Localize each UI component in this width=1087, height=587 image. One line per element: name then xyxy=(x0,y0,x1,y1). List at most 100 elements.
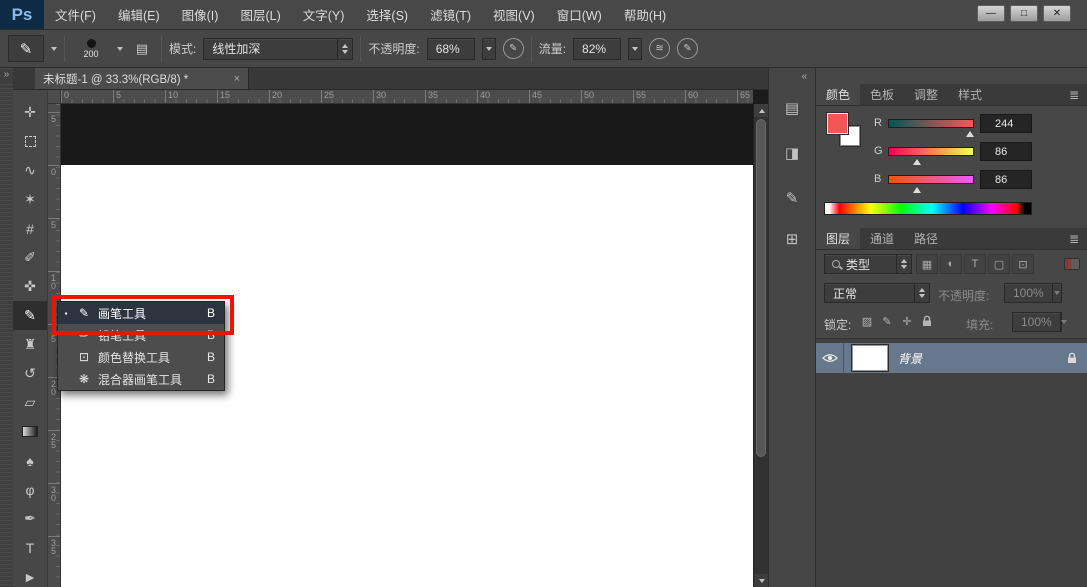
layer-opacity-select[interactable]: 100% xyxy=(1004,283,1062,303)
menu-select[interactable]: 选择(S) xyxy=(355,0,419,29)
panel-menu-icon[interactable]: ≣ xyxy=(1061,228,1087,249)
tab-styles[interactable]: 样式 xyxy=(948,84,992,105)
healing-brush-tool[interactable]: ✜ xyxy=(13,272,47,301)
menu-window[interactable]: 窗口(W) xyxy=(546,0,613,29)
slider-thumb[interactable] xyxy=(966,127,974,137)
mode-label: 模式: xyxy=(169,40,196,57)
collapsed-panel-button-2[interactable]: ◨ xyxy=(778,140,806,166)
tab-adjustments[interactable]: 调整 xyxy=(904,84,948,105)
marquee-tool[interactable] xyxy=(13,127,47,156)
menu-filter[interactable]: 滤镜(T) xyxy=(419,0,482,29)
horizontal-ruler[interactable]: 0 5 10 15 20 25 30 35 40 45 50 55 60 65 xyxy=(61,90,753,104)
brush-preset-dropdown-icon[interactable] xyxy=(117,47,123,51)
magic-wand-icon: ✶ xyxy=(24,191,36,208)
flow-dropdown[interactable] xyxy=(628,38,642,60)
clone-stamp-tool[interactable]: ♜ xyxy=(13,330,47,359)
blend-mode-select[interactable]: 线性加深 xyxy=(203,38,353,60)
collapsed-panel-button-3[interactable]: ✎ xyxy=(778,185,806,211)
toolbar-collapse-button[interactable]: » xyxy=(0,69,13,81)
green-slider[interactable] xyxy=(888,147,974,156)
slider-thumb[interactable] xyxy=(913,155,921,165)
layer-blend-mode-select[interactable]: 正常 xyxy=(824,283,930,303)
tab-paths[interactable]: 路径 xyxy=(904,228,948,249)
layer-filter-select[interactable]: 类型 xyxy=(824,254,912,274)
brush-tool[interactable]: ✎ xyxy=(13,301,47,330)
tab-swatches[interactable]: 色板 xyxy=(860,84,904,105)
menu-layer[interactable]: 图层(L) xyxy=(229,0,291,29)
layer-visibility-toggle[interactable] xyxy=(816,343,844,373)
current-tool-preview[interactable]: ✎ xyxy=(8,35,44,62)
vertical-scrollbar[interactable] xyxy=(753,104,768,587)
slider-thumb[interactable] xyxy=(913,183,921,193)
eyedropper-tool[interactable]: ✐ xyxy=(13,243,47,272)
layer-row-background[interactable]: 背景 xyxy=(816,343,1087,373)
gradient-tool[interactable] xyxy=(13,417,47,446)
lock-move-button[interactable]: ✛ xyxy=(898,312,916,330)
filter-pixel-layers-button[interactable]: ▦ xyxy=(916,254,938,274)
lock-all-button[interactable] xyxy=(918,312,936,330)
menu-type[interactable]: 文字(Y) xyxy=(292,0,356,29)
magic-wand-tool[interactable]: ✶ xyxy=(13,185,47,214)
opacity-dropdown[interactable] xyxy=(482,38,496,60)
green-value-field[interactable]: 86 xyxy=(980,142,1032,161)
dodge-tool[interactable]: φ xyxy=(13,475,47,504)
color-spectrum-ramp[interactable] xyxy=(824,202,1032,215)
tab-close-icon[interactable]: × xyxy=(234,73,240,85)
tab-color[interactable]: 颜色 xyxy=(816,84,860,105)
lock-transparency-button[interactable]: ▨ xyxy=(858,312,876,330)
airbrush-toggle[interactable]: ≋ xyxy=(649,38,670,59)
blur-tool[interactable]: ♠ xyxy=(13,446,47,475)
blue-value-field[interactable]: 86 xyxy=(980,170,1032,189)
scrollbar-thumb[interactable] xyxy=(756,119,766,457)
shape-layers-icon: ▢ xyxy=(994,258,1004,271)
eraser-tool[interactable]: ▱ xyxy=(13,388,47,417)
pen-tool[interactable]: ✒ xyxy=(13,504,47,533)
expand-panels-button[interactable]: « xyxy=(801,71,807,82)
path-selection-tool[interactable]: ► xyxy=(13,562,47,587)
panel-menu-icon[interactable]: ≣ xyxy=(1061,84,1087,105)
layer-thumbnail[interactable] xyxy=(852,345,888,371)
chevron-down-icon xyxy=(1060,313,1067,331)
tool-preset-dropdown-icon[interactable] xyxy=(51,47,57,51)
scroll-down-button[interactable] xyxy=(754,574,769,587)
tab-layers[interactable]: 图层 xyxy=(816,228,860,249)
red-slider[interactable] xyxy=(888,119,974,128)
move-tool[interactable]: ✛ xyxy=(13,98,47,127)
crop-tool[interactable]: # xyxy=(13,214,47,243)
filter-type-layers-button[interactable]: T xyxy=(964,254,986,274)
minimize-button[interactable]: — xyxy=(977,5,1005,22)
menu-help[interactable]: 帮助(H) xyxy=(613,0,677,29)
scroll-up-button[interactable] xyxy=(754,104,769,117)
collapsed-panel-button-4[interactable]: ⊞ xyxy=(778,226,806,252)
tab-channels[interactable]: 通道 xyxy=(860,228,904,249)
toggle-brush-panel-button[interactable]: ▤ xyxy=(130,37,154,61)
blue-slider[interactable] xyxy=(888,175,974,184)
layer-fill-select[interactable]: 100% xyxy=(1012,312,1062,332)
lock-paint-button[interactable]: ✎ xyxy=(878,312,896,330)
red-value-field[interactable]: 244 xyxy=(980,114,1032,133)
collapsed-panel-button-1[interactable]: ▤ xyxy=(778,95,806,121)
maximize-button[interactable]: □ xyxy=(1010,5,1038,22)
filter-shape-layers-button[interactable]: ▢ xyxy=(988,254,1010,274)
menu-file[interactable]: 文件(F) xyxy=(44,0,107,29)
lasso-tool[interactable]: ∿ xyxy=(13,156,47,185)
foreground-color-swatch[interactable] xyxy=(827,113,848,134)
adjustment-layers-icon: ◐ xyxy=(948,258,955,270)
opacity-input[interactable]: 68% xyxy=(427,38,475,60)
filter-smart-objects-button[interactable]: ⊡ xyxy=(1012,254,1034,274)
menu-view[interactable]: 视图(V) xyxy=(482,0,546,29)
pressure-size-toggle[interactable]: ✎ xyxy=(677,38,698,59)
menu-image[interactable]: 图像(I) xyxy=(171,0,230,29)
flyout-item-color-replacement-tool[interactable]: ⊡ 颜色替换工具 B xyxy=(58,346,224,368)
close-button[interactable]: ✕ xyxy=(1043,5,1071,22)
flow-input[interactable]: 82% xyxy=(573,38,621,60)
document-tab[interactable]: 未标题-1 @ 33.3%(RGB/8) * × xyxy=(35,68,249,89)
pressure-opacity-toggle[interactable]: ✎ xyxy=(503,38,524,59)
layer-filter-toggle[interactable] xyxy=(1064,258,1080,270)
brush-preset-picker[interactable]: 200 xyxy=(72,34,110,64)
type-tool[interactable]: T xyxy=(13,533,47,562)
filter-adjustment-layers-button[interactable]: ◐ xyxy=(940,254,962,274)
flyout-item-mixer-brush-tool[interactable]: ❋ 混合器画笔工具 B xyxy=(58,368,224,390)
menu-edit[interactable]: 编辑(E) xyxy=(107,0,171,29)
history-brush-tool[interactable]: ↺ xyxy=(13,359,47,388)
